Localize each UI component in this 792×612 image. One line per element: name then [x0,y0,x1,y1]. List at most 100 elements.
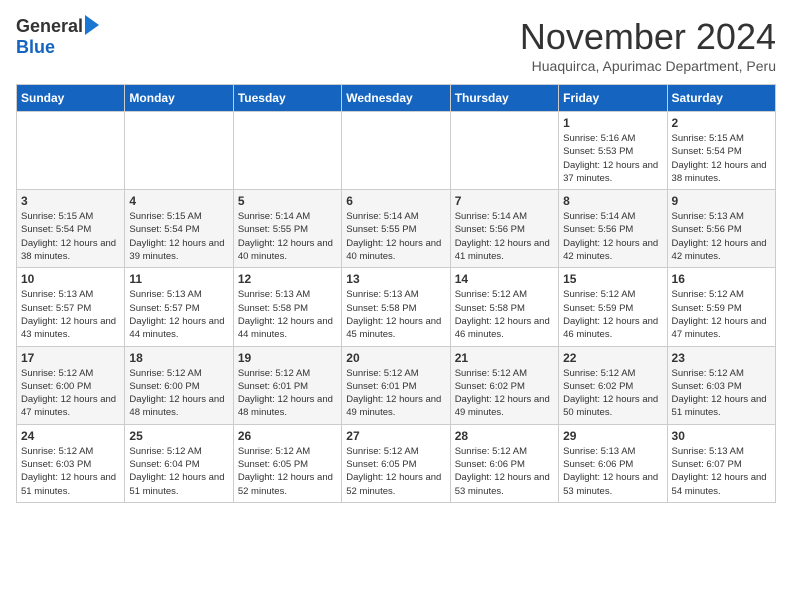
calendar-cell [17,112,125,190]
day-info: Sunrise: 5:12 AM Sunset: 6:04 PM Dayligh… [129,445,228,498]
month-title: November 2024 [520,16,776,58]
day-info: Sunrise: 5:14 AM Sunset: 5:56 PM Dayligh… [563,210,662,263]
day-info: Sunrise: 5:12 AM Sunset: 6:02 PM Dayligh… [455,367,554,420]
calendar-cell [125,112,233,190]
day-info: Sunrise: 5:13 AM Sunset: 6:07 PM Dayligh… [672,445,771,498]
calendar-cell: 5Sunrise: 5:14 AM Sunset: 5:55 PM Daylig… [233,190,341,268]
day-number: 18 [129,351,228,365]
day-number: 13 [346,272,445,286]
day-info: Sunrise: 5:13 AM Sunset: 5:57 PM Dayligh… [21,288,120,341]
calendar-cell: 29 Sunrise: 5:13 AM Sunset: 6:06 PM Dayli… [559,424,667,502]
day-info: Sunrise: 5:15 AM Sunset: 5:54 PM Dayligh… [129,210,228,263]
day-number: 20 [346,351,445,365]
day-number: 24 [21,429,120,443]
day-info: Sunrise: 5:12 AM Sunset: 6:01 PM Dayligh… [238,367,337,420]
day-number: 3 [21,194,120,208]
day-info: Sunrise: 5:12 AM Sunset: 6:03 PM Dayligh… [21,445,120,498]
weekday-header-friday: Friday [559,85,667,112]
day-number: 11 [129,272,228,286]
day-number: 7 [455,194,554,208]
calendar-cell: 28 Sunrise: 5:12 AM Sunset: 6:06 PM Dayli… [450,424,558,502]
day-number: 2 [672,116,771,130]
calendar-cell: 2Sunrise: 5:15 AM Sunset: 5:54 PM Daylig… [667,112,775,190]
day-number: 25 [129,429,228,443]
day-number: 4 [129,194,228,208]
calendar-cell: 1 Sunrise: 5:16 AM Sunset: 5:53 PM Daylig… [559,112,667,190]
calendar-cell [342,112,450,190]
calendar-cell: 30 Sunrise: 5:13 AM Sunset: 6:07 PM Dayli… [667,424,775,502]
logo: General Blue [16,16,99,58]
weekday-header-tuesday: Tuesday [233,85,341,112]
calendar-cell: 22 Sunrise: 5:12 AM Sunset: 6:02 PM Dayli… [559,346,667,424]
title-block: November 2024 Huaquirca, Apurimac Depart… [520,16,776,74]
day-number: 26 [238,429,337,443]
day-number: 28 [455,429,554,443]
calendar-cell: 24 Sunrise: 5:12 AM Sunset: 6:03 PM Dayli… [17,424,125,502]
day-info: Sunrise: 5:12 AM Sunset: 5:59 PM Dayligh… [672,288,771,341]
calendar-week-5: 24 Sunrise: 5:12 AM Sunset: 6:03 PM Dayli… [17,424,776,502]
day-number: 29 [563,429,662,443]
calendar-cell: 6 Sunrise: 5:14 AM Sunset: 5:55 PM Daylig… [342,190,450,268]
calendar-cell [450,112,558,190]
day-info: Sunrise: 5:13 AM Sunset: 6:06 PM Dayligh… [563,445,662,498]
day-number: 30 [672,429,771,443]
day-info: Sunrise: 5:12 AM Sunset: 6:00 PM Dayligh… [21,367,120,420]
day-number: 10 [21,272,120,286]
calendar-cell [233,112,341,190]
calendar-header-row: SundayMondayTuesdayWednesdayThursdayFrid… [17,85,776,112]
day-number: 8 [563,194,662,208]
calendar-cell: 16Sunrise: 5:12 AM Sunset: 5:59 PM Dayli… [667,268,775,346]
day-info: Sunrise: 5:12 AM Sunset: 6:05 PM Dayligh… [238,445,337,498]
day-number: 1 [563,116,662,130]
calendar-week-3: 10 Sunrise: 5:13 AM Sunset: 5:57 PM Dayli… [17,268,776,346]
day-number: 22 [563,351,662,365]
day-info: Sunrise: 5:16 AM Sunset: 5:53 PM Dayligh… [563,132,662,185]
location-subtitle: Huaquirca, Apurimac Department, Peru [520,58,776,74]
calendar-week-4: 17 Sunrise: 5:12 AM Sunset: 6:00 PM Dayli… [17,346,776,424]
calendar-cell: 3Sunrise: 5:15 AM Sunset: 5:54 PM Daylig… [17,190,125,268]
page-header: General Blue November 2024 Huaquirca, Ap… [16,16,776,74]
calendar-cell: 18Sunrise: 5:12 AM Sunset: 6:00 PM Dayli… [125,346,233,424]
calendar-cell: 19 Sunrise: 5:12 AM Sunset: 6:01 PM Dayli… [233,346,341,424]
day-info: Sunrise: 5:14 AM Sunset: 5:56 PM Dayligh… [455,210,554,263]
calendar-cell: 11 Sunrise: 5:13 AM Sunset: 5:57 PM Dayli… [125,268,233,346]
day-number: 12 [238,272,337,286]
day-info: Sunrise: 5:14 AM Sunset: 5:55 PM Dayligh… [346,210,445,263]
calendar-cell: 10 Sunrise: 5:13 AM Sunset: 5:57 PM Dayli… [17,268,125,346]
day-info: Sunrise: 5:12 AM Sunset: 6:02 PM Dayligh… [563,367,662,420]
calendar-cell: 4 Sunrise: 5:15 AM Sunset: 5:54 PM Daylig… [125,190,233,268]
weekday-header-wednesday: Wednesday [342,85,450,112]
day-number: 9 [672,194,771,208]
day-info: Sunrise: 5:13 AM Sunset: 5:58 PM Dayligh… [238,288,337,341]
day-info: Sunrise: 5:13 AM Sunset: 5:57 PM Dayligh… [129,288,228,341]
logo-general-text: General [16,16,83,37]
day-number: 5 [238,194,337,208]
day-info: Sunrise: 5:12 AM Sunset: 6:06 PM Dayligh… [455,445,554,498]
day-number: 17 [21,351,120,365]
day-info: Sunrise: 5:12 AM Sunset: 6:03 PM Dayligh… [672,367,771,420]
day-number: 15 [563,272,662,286]
calendar-cell: 15 Sunrise: 5:12 AM Sunset: 5:59 PM Dayli… [559,268,667,346]
day-number: 21 [455,351,554,365]
calendar-cell: 9 Sunrise: 5:13 AM Sunset: 5:56 PM Daylig… [667,190,775,268]
day-number: 6 [346,194,445,208]
calendar-cell: 23Sunrise: 5:12 AM Sunset: 6:03 PM Dayli… [667,346,775,424]
calendar-table: SundayMondayTuesdayWednesdayThursdayFrid… [16,84,776,503]
calendar-cell: 8 Sunrise: 5:14 AM Sunset: 5:56 PM Daylig… [559,190,667,268]
logo-blue-text: Blue [16,37,55,58]
day-info: Sunrise: 5:13 AM Sunset: 5:58 PM Dayligh… [346,288,445,341]
day-number: 27 [346,429,445,443]
day-number: 19 [238,351,337,365]
day-info: Sunrise: 5:12 AM Sunset: 5:59 PM Dayligh… [563,288,662,341]
day-info: Sunrise: 5:13 AM Sunset: 5:56 PM Dayligh… [672,210,771,263]
calendar-cell: 26 Sunrise: 5:12 AM Sunset: 6:05 PM Dayli… [233,424,341,502]
calendar-cell: 12 Sunrise: 5:13 AM Sunset: 5:58 PM Dayli… [233,268,341,346]
calendar-cell: 20Sunrise: 5:12 AM Sunset: 6:01 PM Dayli… [342,346,450,424]
calendar-cell: 21 Sunrise: 5:12 AM Sunset: 6:02 PM Dayli… [450,346,558,424]
calendar-cell: 13 Sunrise: 5:13 AM Sunset: 5:58 PM Dayli… [342,268,450,346]
calendar-cell: 27 Sunrise: 5:12 AM Sunset: 6:05 PM Dayli… [342,424,450,502]
day-info: Sunrise: 5:12 AM Sunset: 6:05 PM Dayligh… [346,445,445,498]
day-number: 14 [455,272,554,286]
weekday-header-saturday: Saturday [667,85,775,112]
calendar-cell: 7 Sunrise: 5:14 AM Sunset: 5:56 PM Daylig… [450,190,558,268]
